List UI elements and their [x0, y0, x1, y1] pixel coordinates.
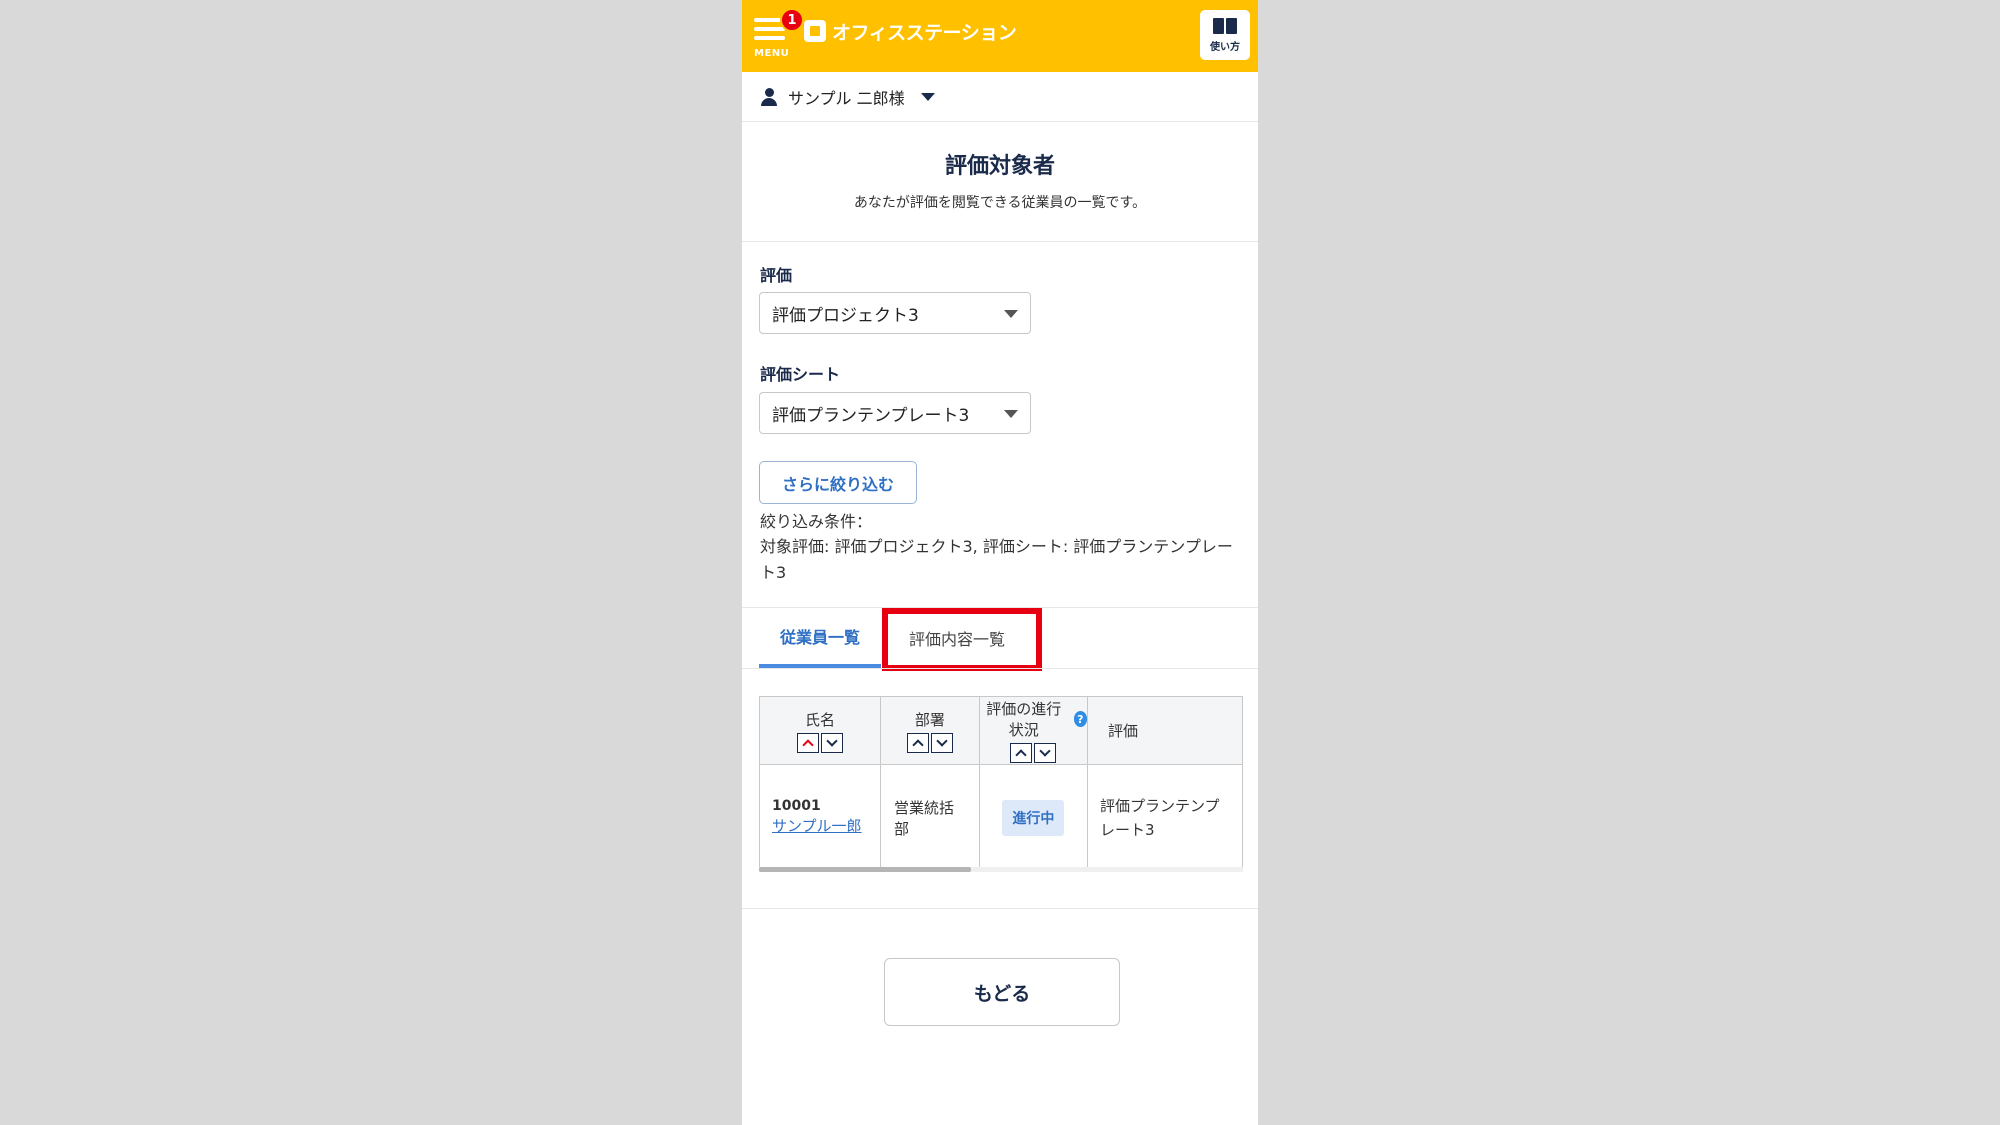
evaluation-select-value: 評価プロジェクト3 [772, 305, 919, 326]
user-menu[interactable]: サンプル 二郎様 [742, 72, 1258, 122]
employee-table: 氏名 部署 評価の進行状況 ? 評価 10001 サンプル一郎 営業統括部 進行… [759, 696, 1243, 871]
chevron-down-icon [1039, 745, 1052, 757]
column-header-status: 評価の進行状況 ? [978, 696, 1088, 765]
sheet-label: 評価シート [760, 365, 841, 384]
sheet-name: 評価プランテンプレート3 [1099, 796, 1220, 839]
menu-label: MENU [754, 48, 790, 59]
notification-badge: 1 [780, 8, 804, 32]
table-scrollbar[interactable] [759, 867, 971, 872]
page-title: 評価対象者 [944, 154, 1055, 179]
column-header-label: 部署 [914, 710, 945, 729]
guide-button[interactable]: 使い方 [1200, 10, 1250, 60]
mobile-screen: MENU 1 オフィスステーション 使い方 サンプル 二郎様 評価対象者 あなた… [742, 0, 1258, 1125]
guide-label: 使い方 [1210, 41, 1240, 53]
title-section: 評価対象者 あなたが評価を閲覧できる従業員の一覧です。 [742, 122, 1258, 242]
hamburger-icon-bar [754, 36, 785, 40]
chevron-down-icon [826, 734, 838, 747]
column-header-sheet: 評価 [1086, 696, 1243, 765]
sheet-select-value: 評価プランテンプレート3 [772, 405, 970, 426]
evaluation-label: 評価 [760, 266, 793, 285]
app-header: MENU 1 オフィスステーション 使い方 [742, 0, 1258, 72]
column-header-department: 部署 [880, 696, 980, 765]
employee-id: 10001 [772, 797, 821, 814]
sort-asc-button[interactable] [906, 732, 929, 753]
chevron-up-icon [912, 738, 924, 751]
sheet-select[interactable]: 評価プランテンプレート3 [759, 392, 1031, 434]
employee-table-scroll[interactable]: 氏名 部署 評価の進行状況 ? 評価 10001 サンプル一郎 営業統括部 進行… [759, 696, 1243, 872]
column-header-label: 評価 [1107, 722, 1138, 740]
sort-asc-button[interactable] [797, 732, 819, 753]
chevron-down-icon [1004, 310, 1018, 318]
chevron-up-icon [802, 738, 814, 751]
column-header-label: 氏名 [804, 710, 835, 729]
hamburger-icon-bar [754, 27, 785, 31]
sort-asc-button[interactable] [1010, 743, 1033, 763]
user-name: サンプル 二郎様 [788, 88, 905, 108]
filter-condition-label: 絞り込み条件： [760, 512, 873, 531]
user-icon [760, 87, 778, 106]
cell-status: 進行中 [978, 764, 1088, 871]
tab-evaluation-content-list[interactable]: 評価内容一覧 [884, 608, 1030, 668]
menu-button[interactable]: MENU 1 [754, 8, 804, 60]
logo-text: オフィスステーション [832, 21, 1017, 44]
sort-desc-button[interactable] [930, 732, 953, 753]
status-badge: 進行中 [1002, 799, 1065, 836]
app-logo[interactable]: オフィスステーション [804, 18, 1017, 44]
section-divider [742, 908, 1258, 909]
book-icon [1212, 17, 1238, 36]
logo-icon [804, 20, 826, 42]
evaluation-select[interactable]: 評価プロジェクト3 [759, 292, 1031, 334]
chevron-down-icon [920, 92, 935, 101]
chevron-down-icon [1004, 410, 1018, 418]
filter-condition-text: 対象評価: 評価プロジェクト3, 評価シート: 評価プランテンプレート3 [760, 537, 1233, 582]
cell-name: 10001 サンプル一郎 [759, 764, 881, 871]
chevron-down-icon [936, 734, 948, 747]
employee-name-link[interactable]: サンプル一郎 [772, 814, 868, 838]
tab-divider [742, 668, 1258, 669]
narrow-down-button[interactable]: さらに絞り込む [759, 461, 917, 504]
sort-desc-button[interactable] [1034, 743, 1057, 763]
table-row: 10001 サンプル一郎 営業統括部 進行中 評価プランテンプレート3 [759, 764, 1243, 871]
column-header-label: 評価の進行状況 [986, 700, 1062, 739]
column-header-name: 氏名 [759, 696, 881, 765]
tab-employee-list[interactable]: 従業員一覧 [759, 608, 881, 668]
cell-department: 営業統括部 [880, 764, 980, 871]
help-icon[interactable]: ? [1073, 711, 1087, 727]
back-button[interactable]: もどる [884, 958, 1120, 1026]
cell-sheet: 評価プランテンプレート3 [1086, 764, 1243, 871]
page-description: あなたが評価を閲覧できる従業員の一覧です。 [853, 195, 1147, 211]
chevron-up-icon [1015, 749, 1028, 761]
sort-desc-button[interactable] [821, 732, 843, 753]
